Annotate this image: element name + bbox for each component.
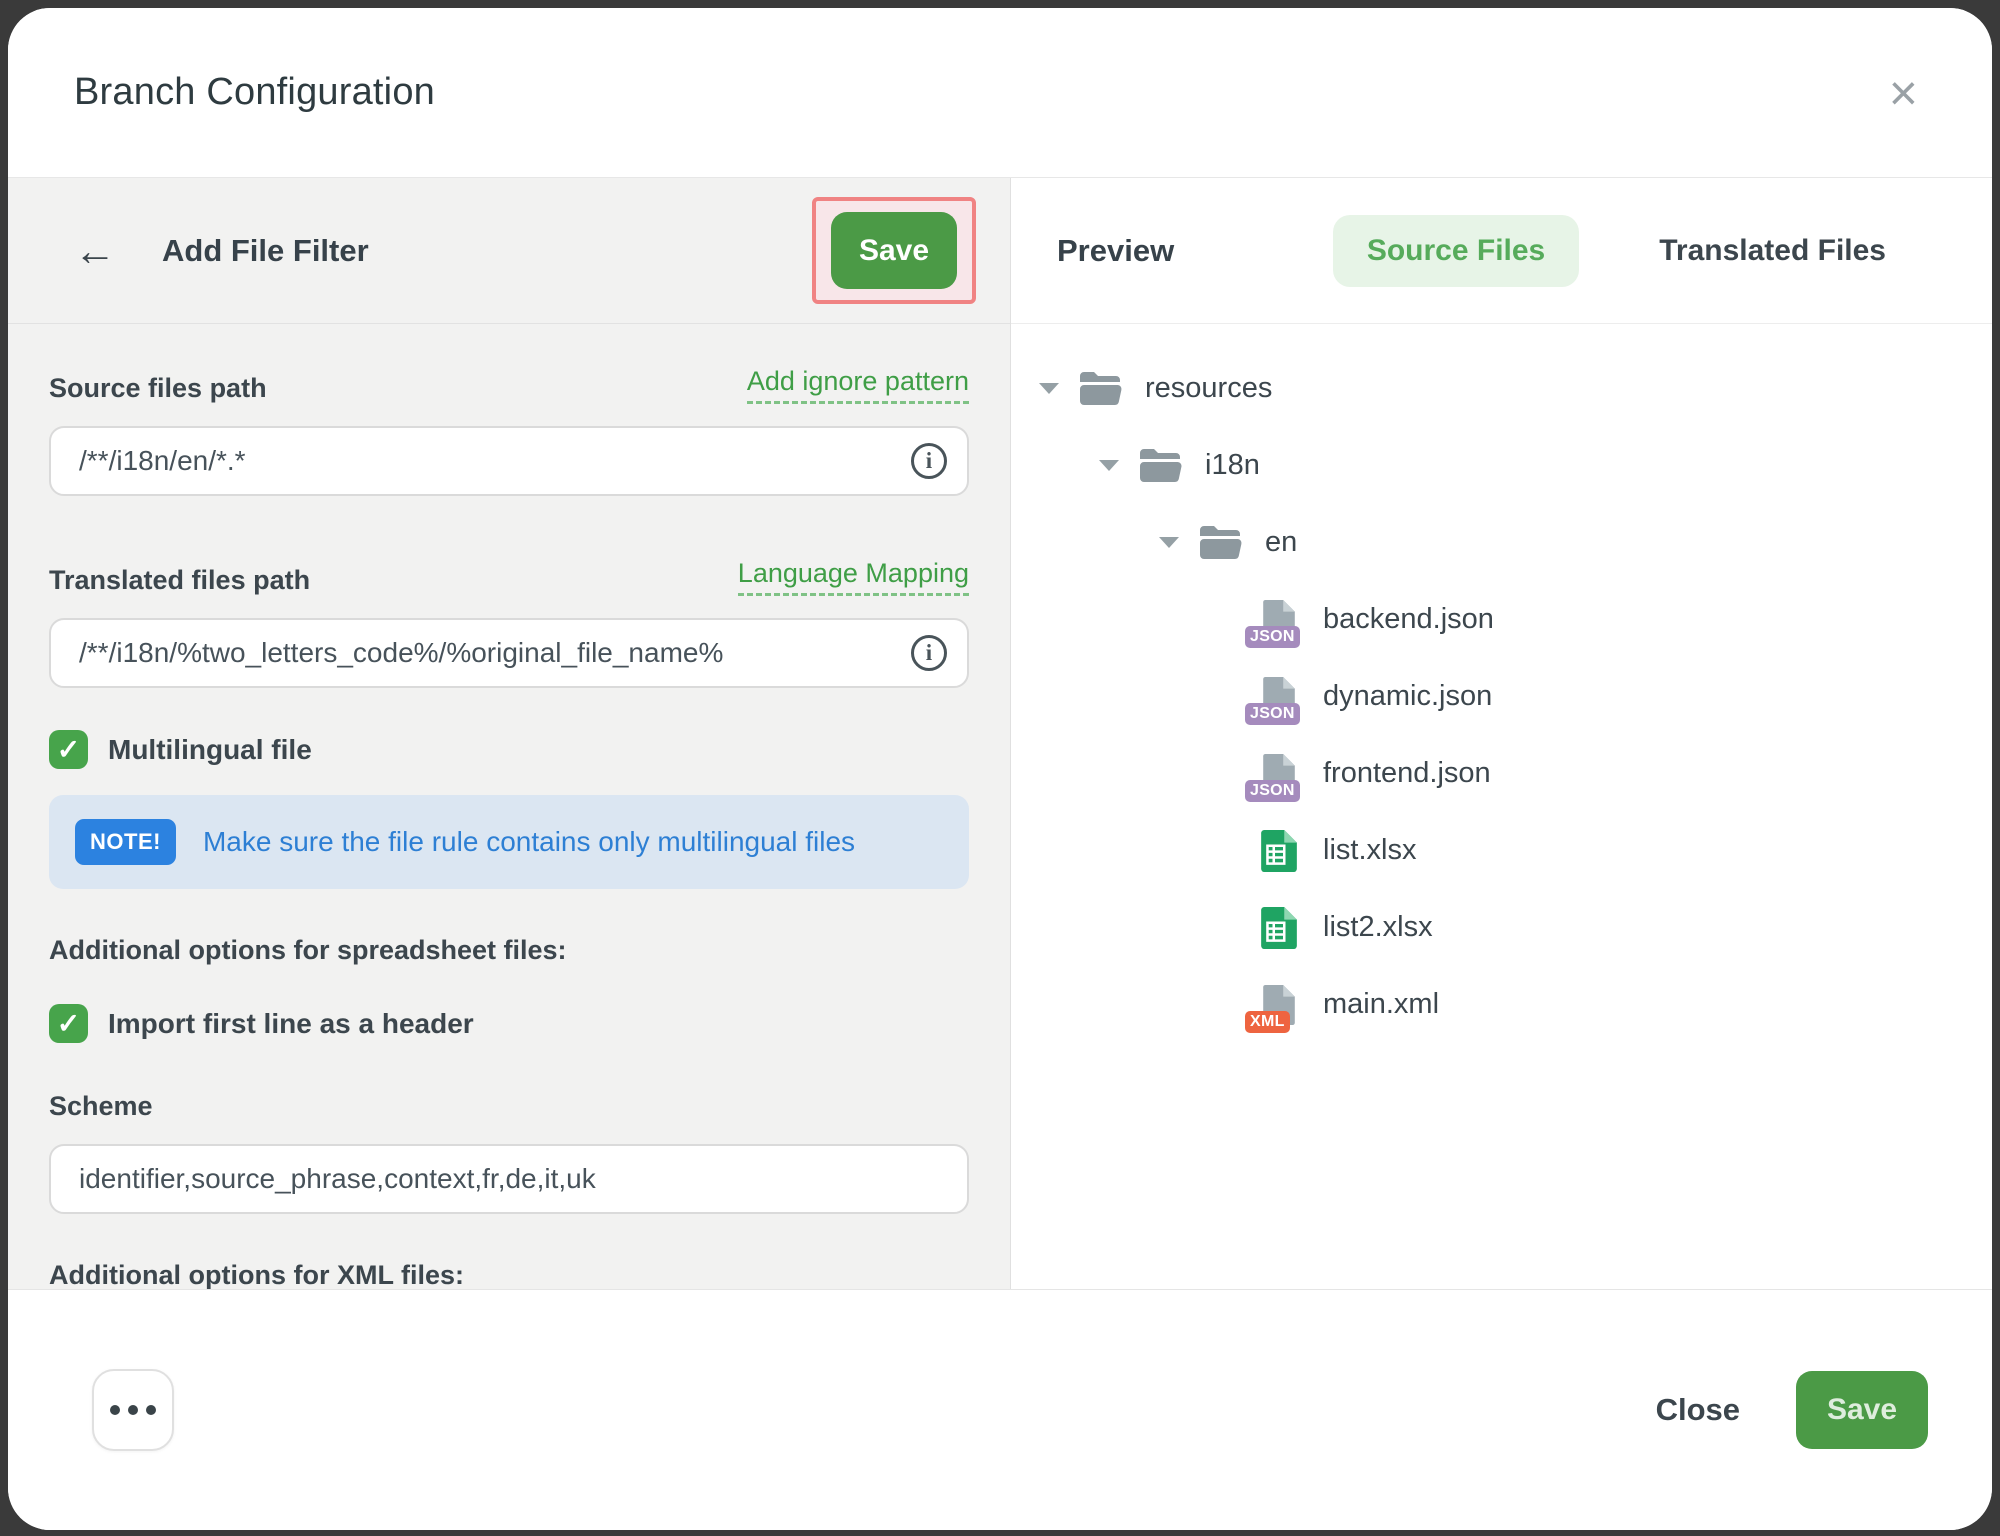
translated-path-input[interactable] <box>49 618 969 688</box>
tree-item-label: frontend.json <box>1323 757 1491 790</box>
tab-source-files[interactable]: Source Files <box>1333 215 1579 287</box>
file-filter-form: Source files path Add ignore pattern i T… <box>8 324 1010 1291</box>
tree-item-label: list2.xlsx <box>1323 911 1433 944</box>
json-file-icon: JSON <box>1255 752 1303 796</box>
tree-file-backend-json[interactable]: JSON backend.json <box>1011 581 1992 658</box>
tree-folder-i18n[interactable]: i18n <box>1011 427 1992 504</box>
preview-header: Preview Source Files Translated Files <box>1011 178 1992 324</box>
tree-item-label: en <box>1265 526 1297 559</box>
file-filter-header: ← Add File Filter Save <box>8 178 1010 324</box>
xml-file-icon: XML <box>1255 983 1303 1027</box>
folder-icon <box>1137 444 1185 488</box>
caret-down-icon[interactable] <box>1159 537 1179 548</box>
folder-icon <box>1197 521 1245 565</box>
source-path-input-wrap: i <box>49 426 969 496</box>
scheme-input[interactable] <box>49 1144 969 1214</box>
tree-file-dynamic-json[interactable]: JSON dynamic.json <box>1011 658 1992 735</box>
file-filter-title: Add File Filter <box>162 233 369 269</box>
multilingual-checkbox[interactable]: ✓ <box>49 730 88 769</box>
xml-badge: XML <box>1245 1011 1290 1033</box>
tree-item-label: dynamic.json <box>1323 680 1492 713</box>
xml-options-heading: Additional options for XML files: <box>49 1260 969 1291</box>
dialog-title: Branch Configuration <box>74 71 435 114</box>
branch-configuration-dialog: Branch Configuration × ← Add File Filter… <box>8 8 1992 1530</box>
more-options-button[interactable] <box>92 1369 174 1451</box>
tab-translated-files[interactable]: Translated Files <box>1625 215 1920 287</box>
footer-save-button[interactable]: Save <box>1796 1371 1928 1449</box>
multilingual-checkbox-row[interactable]: ✓ Multilingual file <box>49 730 969 769</box>
tree-file-main-xml[interactable]: XML main.xml <box>1011 966 1992 1043</box>
close-button[interactable]: Close <box>1656 1392 1740 1428</box>
note-text: Make sure the file rule contains only mu… <box>203 826 855 858</box>
info-icon[interactable]: i <box>911 635 947 671</box>
preview-panel: Preview Source Files Translated Files re… <box>1011 178 1992 1289</box>
import-header-checkbox-row[interactable]: ✓ Import first line as a header <box>49 1004 969 1043</box>
filter-save-button[interactable]: Save <box>831 212 957 289</box>
translated-path-row: Translated files path Language Mapping <box>49 558 969 596</box>
scheme-label: Scheme <box>49 1091 153 1122</box>
dialog-titlebar: Branch Configuration × <box>8 8 1992 178</box>
spreadsheet-options-heading: Additional options for spreadsheet files… <box>49 935 969 966</box>
xlsx-file-icon <box>1255 829 1303 873</box>
tree-item-label: i18n <box>1205 449 1260 482</box>
multilingual-label: Multilingual file <box>108 734 312 766</box>
caret-down-icon[interactable] <box>1099 460 1119 471</box>
tree-item-label: resources <box>1145 372 1272 405</box>
note-badge: NOTE! <box>75 819 176 865</box>
translated-path-label: Translated files path <box>49 565 310 596</box>
dialog-footer: Close Save <box>8 1289 1992 1530</box>
source-path-input[interactable] <box>49 426 969 496</box>
source-path-row: Source files path Add ignore pattern <box>49 366 969 404</box>
scheme-input-wrap <box>49 1144 969 1214</box>
import-header-label: Import first line as a header <box>108 1008 474 1040</box>
back-arrow-icon[interactable]: ← <box>74 230 116 272</box>
tree-file-frontend-json[interactable]: JSON frontend.json <box>1011 735 1992 812</box>
tree-file-list2-xlsx[interactable]: list2.xlsx <box>1011 889 1992 966</box>
file-filter-panel: ← Add File Filter Save Source files path… <box>8 178 1011 1289</box>
ellipsis-icon <box>128 1405 138 1415</box>
check-icon: ✓ <box>57 736 80 764</box>
json-file-icon: JSON <box>1255 598 1303 642</box>
add-ignore-pattern-link[interactable]: Add ignore pattern <box>747 366 969 404</box>
tree-file-list-xlsx[interactable]: list.xlsx <box>1011 812 1992 889</box>
dialog-body: ← Add File Filter Save Source files path… <box>8 178 1992 1289</box>
preview-tabs: Source Files Translated Files <box>1333 215 1920 287</box>
ellipsis-icon <box>110 1405 120 1415</box>
import-header-checkbox[interactable]: ✓ <box>49 1004 88 1043</box>
info-icon[interactable]: i <box>911 443 947 479</box>
json-badge: JSON <box>1245 703 1300 725</box>
preview-title: Preview <box>1057 233 1174 269</box>
language-mapping-link[interactable]: Language Mapping <box>738 558 969 596</box>
json-badge: JSON <box>1245 780 1300 802</box>
file-tree: resources i18n en <box>1011 324 1992 1043</box>
multilingual-note: NOTE! Make sure the file rule contains o… <box>49 795 969 889</box>
footer-actions: Close Save <box>1656 1371 1928 1449</box>
tree-item-label: main.xml <box>1323 988 1439 1021</box>
translated-path-input-wrap: i <box>49 618 969 688</box>
save-button-highlight: Save <box>812 197 976 304</box>
check-icon: ✓ <box>57 1010 80 1038</box>
source-path-label: Source files path <box>49 373 267 404</box>
caret-down-icon[interactable] <box>1039 383 1059 394</box>
xlsx-file-icon <box>1255 906 1303 950</box>
tree-folder-en[interactable]: en <box>1011 504 1992 581</box>
tree-item-label: list.xlsx <box>1323 834 1416 867</box>
tree-folder-resources[interactable]: resources <box>1011 350 1992 427</box>
scheme-row: Scheme <box>49 1091 969 1122</box>
tree-item-label: backend.json <box>1323 603 1494 636</box>
json-badge: JSON <box>1245 626 1300 648</box>
json-file-icon: JSON <box>1255 675 1303 719</box>
close-icon[interactable]: × <box>1879 62 1928 124</box>
folder-icon <box>1077 367 1125 411</box>
ellipsis-icon <box>146 1405 156 1415</box>
